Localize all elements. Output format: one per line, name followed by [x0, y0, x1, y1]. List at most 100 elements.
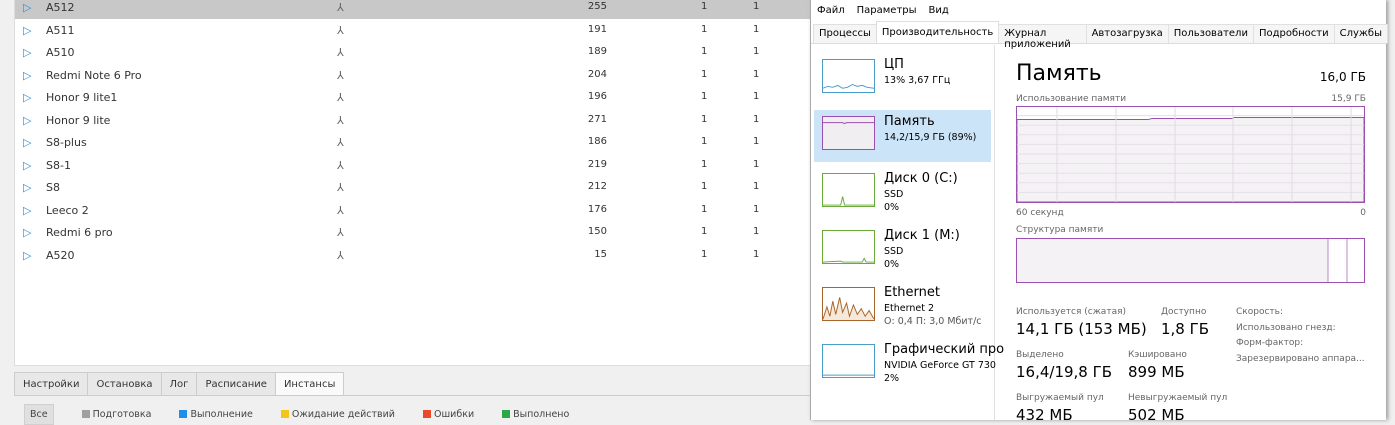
sidebar-subtitle: NVIDIA GeForce GT 730: [884, 360, 996, 371]
instance-value: 1: [753, 181, 760, 192]
tab-2[interactable]: Журнал приложений: [998, 24, 1087, 50]
play-icon[interactable]: ▷: [23, 226, 31, 239]
menu-item[interactable]: Параметры: [857, 5, 917, 16]
play-icon[interactable]: ▷: [23, 46, 31, 59]
graph-thumbnail: [822, 116, 875, 150]
graph-thumbnail: [822, 173, 875, 207]
play-icon[interactable]: ▷: [23, 159, 31, 172]
instance-value: 1: [753, 136, 760, 147]
sidebar-detail: 0%: [884, 259, 900, 270]
tab-4[interactable]: Инстансы: [274, 372, 345, 395]
table-row[interactable]: ▷ Redmi Note 6 Pro ⅄ 204 1 1: [15, 65, 813, 87]
sidebar-item-4[interactable]: Ethernet Ethernet 2 О: 0,4 П: 3,0 Мбит/с: [814, 281, 991, 333]
usage-label: Использование памяти: [1016, 94, 1127, 104]
stat-value: 14,1 ГБ (153 МБ): [1016, 320, 1147, 338]
filter-5[interactable]: Выполнено: [502, 409, 569, 420]
graph-thumbnail: [822, 287, 875, 321]
instance-name: S8-1: [46, 158, 71, 172]
sidebar-subtitle: Ethernet 2: [884, 303, 934, 314]
table-row[interactable]: ▷ S8-plus ⅄ 186 1 1: [15, 132, 813, 154]
time-right: 0: [1360, 208, 1366, 218]
sidebar-item-0[interactable]: ЦП 13% 3,67 ГГц: [814, 53, 991, 105]
filter-label: Выполнение: [190, 409, 253, 420]
instance-name: Leeco 2: [46, 203, 89, 217]
tab-0[interactable]: Процессы: [813, 24, 877, 43]
sidebar-title: Ethernet: [884, 285, 940, 300]
sidebar-item-5[interactable]: Графический про NVIDIA GeForce GT 730 2%: [814, 338, 1004, 390]
memory-total: 16,0 ГБ: [1319, 70, 1366, 84]
play-icon[interactable]: ▷: [23, 136, 31, 149]
tab-3[interactable]: Расписание: [196, 372, 276, 395]
filter-3[interactable]: Ожидание действий: [280, 409, 395, 420]
tab-0[interactable]: Настройки: [14, 372, 89, 395]
tab-5[interactable]: Подробности: [1252, 24, 1335, 43]
instance-value: 1: [701, 248, 708, 260]
tab-6[interactable]: Службы: [1333, 24, 1388, 43]
sidebar-title: Память: [884, 114, 935, 129]
table-row[interactable]: ▷ S8-1 ⅄ 219 1 1: [15, 155, 813, 177]
instance-count: 255: [587, 1, 607, 12]
table-row[interactable]: ▷ Honor 9 lite1 ⅄ 196 1 1: [15, 87, 813, 109]
stat-label: Выделено: [1016, 350, 1064, 360]
stat-value: 502 МБ: [1128, 406, 1185, 424]
play-icon[interactable]: ▷: [23, 91, 31, 104]
tab-3[interactable]: Автозагрузка: [1085, 24, 1169, 43]
sidebar-detail: 0%: [884, 202, 900, 213]
instance-count: 150: [587, 226, 607, 237]
hierarchy-icon: ⅄: [337, 23, 344, 37]
instance-name: A510: [46, 46, 75, 59]
table-row[interactable]: ▷ A510 ⅄ 189 1 1: [15, 42, 813, 64]
play-icon[interactable]: ▷: [23, 114, 31, 127]
play-icon[interactable]: ▷: [23, 181, 31, 194]
table-row[interactable]: ▷ A512 ⅄ 255 1 1: [15, 0, 813, 19]
filter-2[interactable]: Выполнение: [179, 409, 253, 420]
performance-sidebar: ЦП 13% 3,67 ГГц Память 14,2/15,9 ГБ (89%) Ди…: [811, 45, 1004, 420]
instance-name: S8-plus: [46, 136, 87, 149]
instance-value: 1: [753, 158, 760, 170]
instance-value: 1: [701, 1, 708, 12]
tab-1[interactable]: Производительность: [875, 21, 1000, 43]
hierarchy-icon: ⅄: [337, 46, 344, 59]
status-swatch-icon: [81, 410, 90, 418]
play-icon[interactable]: ▷: [23, 69, 31, 82]
instance-name: Redmi 6 pro: [46, 226, 113, 239]
hierarchy-icon: ⅄: [337, 158, 344, 172]
play-icon[interactable]: ▷: [23, 24, 31, 37]
instance-value: 1: [701, 226, 708, 237]
tab-4[interactable]: Пользователи: [1167, 24, 1254, 43]
instance-count: 176: [587, 203, 607, 215]
sidebar-item-3[interactable]: Диск 1 (M:) SSD 0%: [814, 224, 991, 276]
menu-item[interactable]: Вид: [929, 5, 949, 16]
instance-name: Redmi Note 6 Pro: [46, 68, 142, 82]
instance-count: 191: [587, 23, 607, 35]
instance-value: 1: [701, 136, 708, 147]
table-row[interactable]: ▷ Leeco 2 ⅄ 176 1 1: [15, 200, 813, 222]
stat-value: 16,4/19,8 ГБ: [1016, 363, 1113, 381]
filter-0[interactable]: Все: [24, 404, 54, 425]
graph-thumbnail: [822, 344, 875, 378]
play-icon[interactable]: ▷: [23, 1, 31, 14]
sidebar-title: ЦП: [884, 57, 904, 72]
play-icon[interactable]: ▷: [23, 249, 31, 262]
filter-4[interactable]: Ошибки: [423, 409, 474, 420]
instance-value: 1: [701, 91, 708, 102]
sidebar-item-1[interactable]: Память 14,2/15,9 ГБ (89%): [814, 110, 991, 162]
instance-value: 1: [753, 23, 760, 35]
play-icon[interactable]: ▷: [23, 204, 31, 217]
table-row[interactable]: ▷ A520 ⅄ 15 1 1: [15, 245, 813, 267]
table-row[interactable]: ▷ Honor 9 lite ⅄ 271 1 1: [15, 110, 813, 132]
table-row[interactable]: ▷ S8 ⅄ 212 1 1: [15, 177, 813, 199]
table-row[interactable]: ▷ A511 ⅄ 191 1 1: [15, 20, 813, 42]
instance-value: 1: [753, 203, 760, 215]
property-label: Скорость:: [1236, 307, 1283, 317]
instance-value: 1: [701, 23, 708, 35]
tab-2[interactable]: Лог: [160, 372, 198, 395]
filter-1[interactable]: Подготовка: [81, 409, 151, 420]
sidebar-item-2[interactable]: Диск 0 (C:) SSD 0%: [814, 167, 991, 219]
instance-name: A511: [46, 23, 75, 37]
menu-item[interactable]: Файл: [817, 5, 845, 16]
tab-1[interactable]: Остановка: [87, 372, 162, 395]
usage-max: 15,9 ГБ: [1331, 94, 1366, 104]
table-row[interactable]: ▷ Redmi 6 pro ⅄ 150 1 1: [15, 222, 813, 244]
sidebar-detail: О: 0,4 П: 3,0 Мбит/с: [884, 316, 982, 327]
